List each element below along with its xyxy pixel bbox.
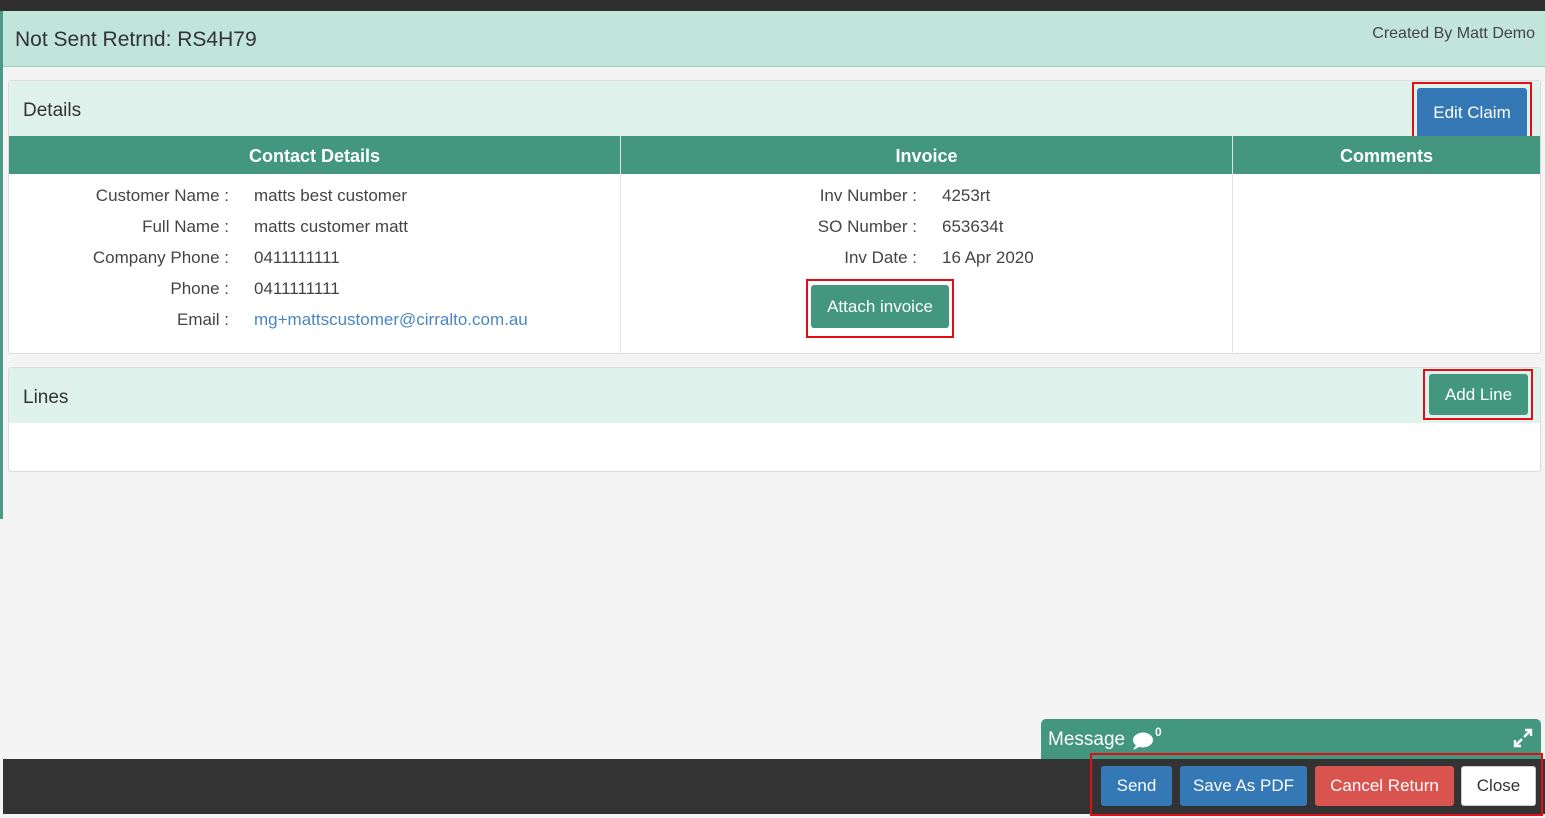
send-button[interactable]: Send <box>1101 766 1172 806</box>
save-as-pdf-button[interactable]: Save As PDF <box>1180 766 1307 806</box>
message-count: 0 <box>1155 725 1162 739</box>
inv-date-value: 16 Apr 2020 <box>942 248 1034 267</box>
email-label: Email : <box>177 310 229 329</box>
inv-number-label: Inv Number : <box>819 186 917 205</box>
add-line-button[interactable]: Add Line <box>1429 374 1528 415</box>
invoice-heading: Invoice <box>621 136 1232 174</box>
comments-heading: Comments <box>1233 136 1540 174</box>
left-accent-strip <box>0 11 3 519</box>
details-panel-header: Details <box>9 81 1540 136</box>
lines-title: Lines <box>23 387 69 408</box>
lines-panel-header: Lines <box>9 368 1540 423</box>
company-phone-label: Company Phone : <box>92 248 229 267</box>
invoice-column: Invoice Inv Number : 4253rt SO Number : … <box>621 136 1233 354</box>
attach-invoice-button[interactable]: Attach invoice <box>811 285 949 328</box>
details-panel: Details Edit Claim Contact Details Custo… <box>8 80 1541 354</box>
phone-value: 0411111111 <box>254 279 340 298</box>
page-title: Not Sent Retrnd: RS4H79 <box>15 28 257 51</box>
details-title: Details <box>23 100 82 121</box>
modal-header: Not Sent Retrnd: RS4H79 Created By Matt … <box>3 11 1545 67</box>
full-name-label: Full Name : <box>142 217 229 236</box>
edit-claim-button[interactable]: Edit Claim <box>1417 88 1527 138</box>
so-number-value: 653634t <box>942 217 1004 236</box>
so-number-label: SO Number : <box>817 217 917 236</box>
comments-column: Comments <box>1233 136 1540 354</box>
contact-details-heading: Contact Details <box>9 136 620 174</box>
phone-label: Phone : <box>170 279 229 298</box>
contact-details-column: Contact Details Customer Name : matts be… <box>9 136 621 354</box>
customer-name-value: matts best customer <box>254 186 408 205</box>
created-by-label: Created By Matt Demo <box>1372 25 1535 42</box>
inv-number-value: 4253rt <box>942 186 991 205</box>
message-label: Message <box>1048 729 1126 750</box>
company-phone-value: 0411111111 <box>254 248 340 267</box>
close-button[interactable]: Close <box>1461 766 1536 806</box>
expand-icon[interactable] <box>1513 728 1533 753</box>
cancel-return-button[interactable]: Cancel Return <box>1315 766 1454 806</box>
inv-date-label: Inv Date : <box>844 248 917 267</box>
top-bar <box>0 0 1545 11</box>
customer-name-label: Customer Name : <box>95 186 229 205</box>
full-name-value: matts customer matt <box>254 217 408 236</box>
lines-panel: Lines Add Line <box>8 367 1541 472</box>
email-link[interactable]: mg+mattscustomer@cirralto.com.au <box>254 310 528 330</box>
